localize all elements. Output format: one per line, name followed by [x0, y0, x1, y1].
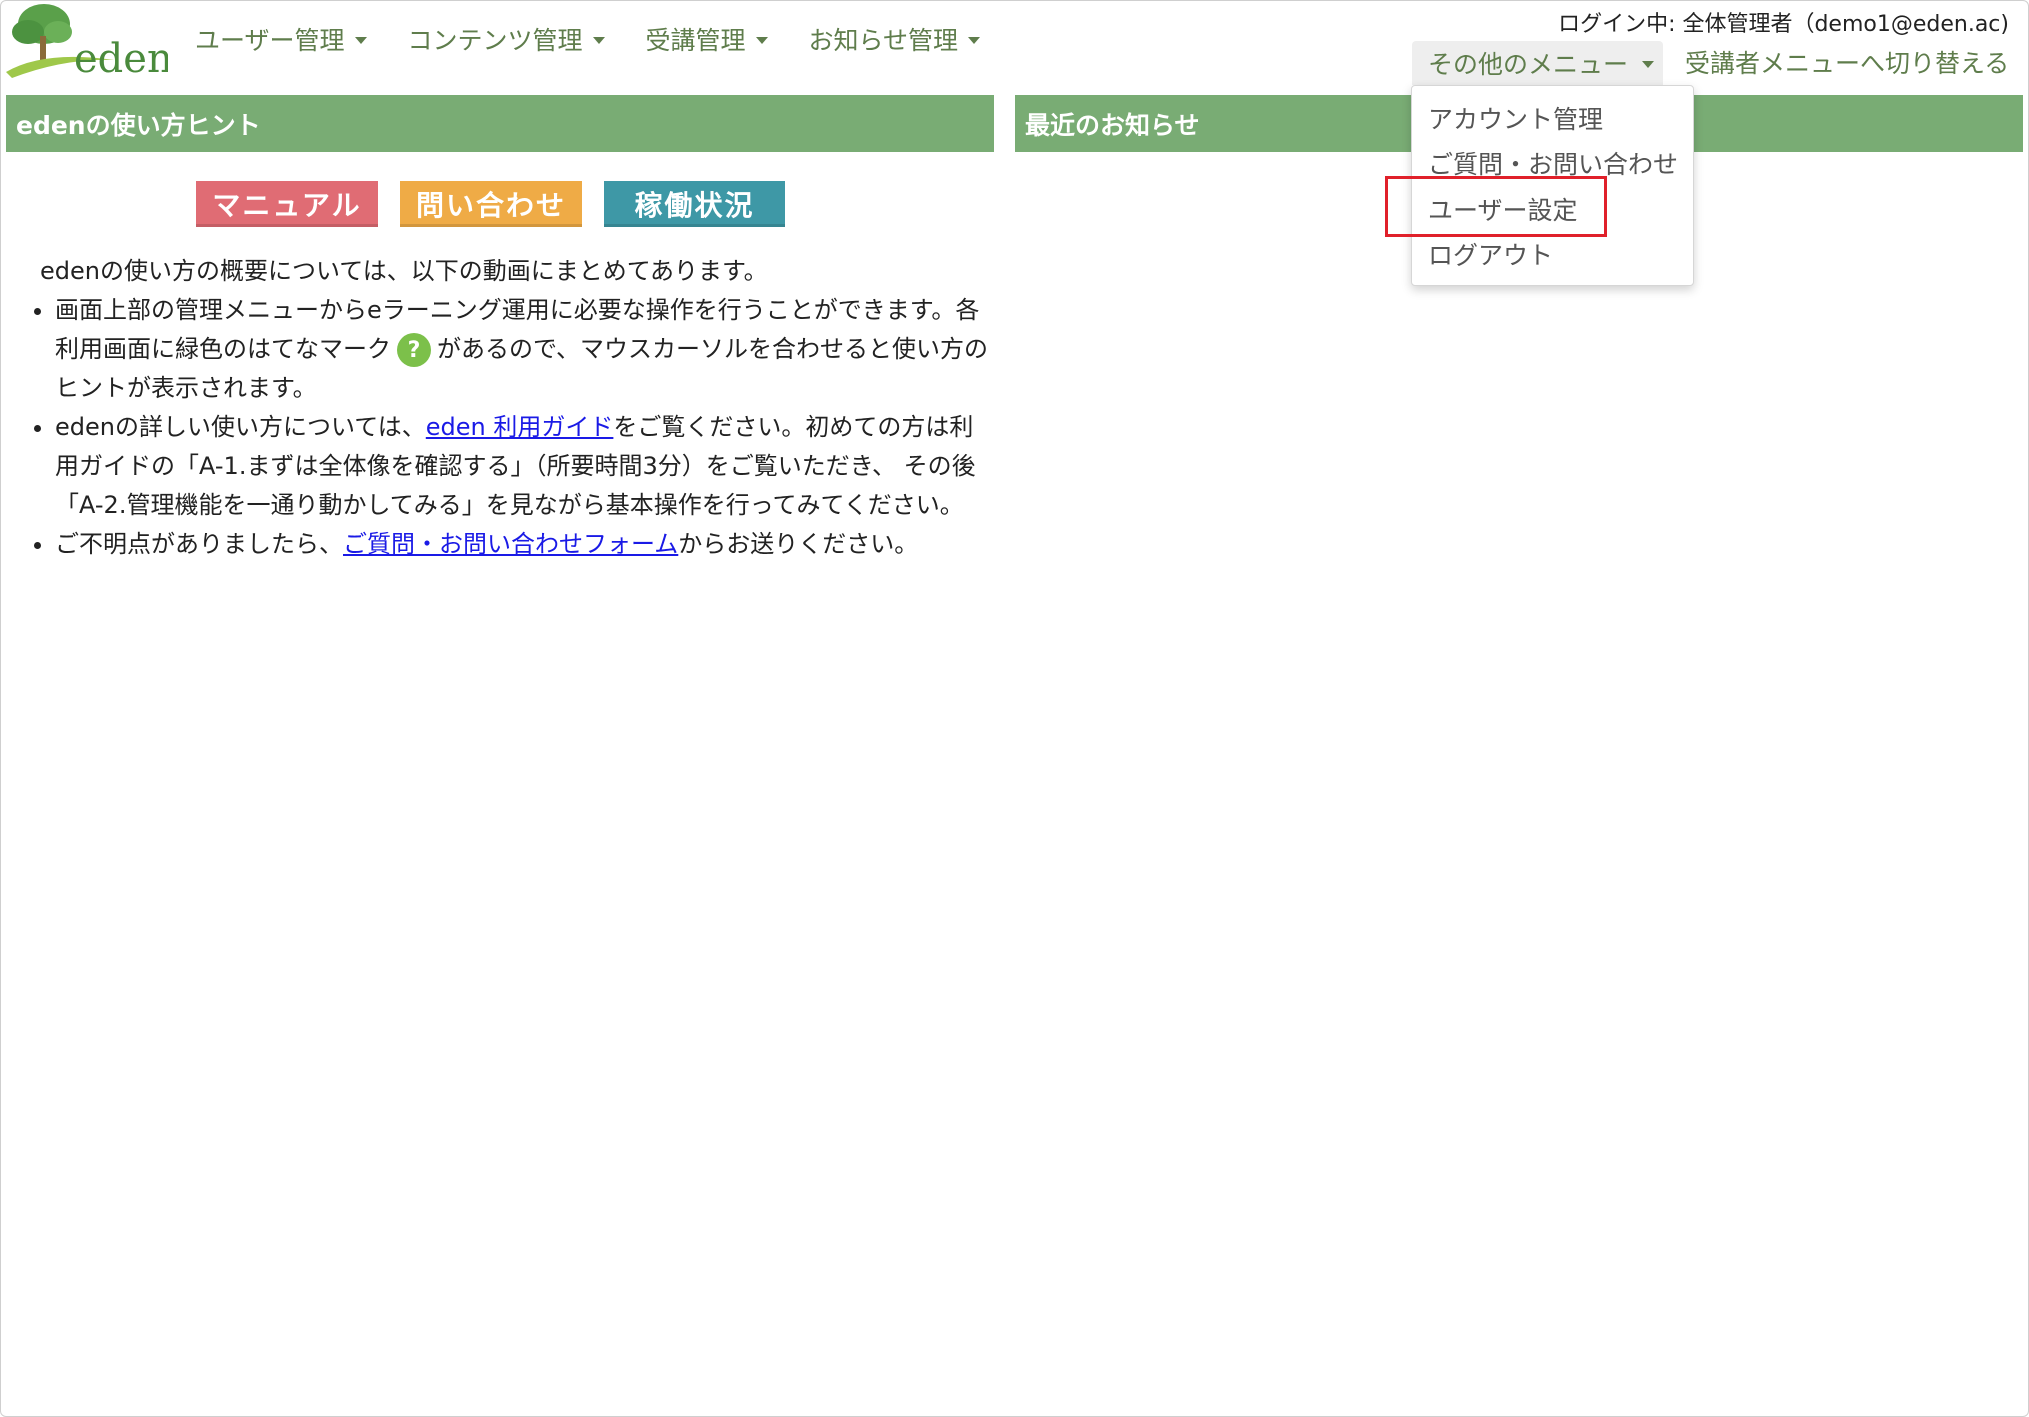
caret-down-icon	[968, 37, 981, 44]
nav-label: コンテンツ管理	[407, 26, 583, 55]
nav-label: ユーザー管理	[195, 26, 345, 55]
nav-label: 受講管理	[645, 26, 746, 55]
nav-label: お知らせ管理	[808, 26, 959, 55]
hint-text: ご不明点がありましたら、	[55, 530, 343, 558]
hint-text: からお送りください。	[678, 530, 919, 558]
nav-notice-management[interactable]: お知らせ管理	[809, 18, 981, 60]
contact-button[interactable]: 問い合わせ	[400, 181, 582, 227]
list-item: edenの詳しい使い方については、eden 利用ガイドをご覧ください。初めての方…	[55, 408, 990, 525]
caret-down-icon	[1642, 61, 1655, 68]
help-question-icon: ?	[397, 333, 431, 367]
hint-list: 画面上部の管理メニューからeラーニング運用に必要な操作を行うことができます。各利…	[40, 291, 990, 564]
svg-text:eden: eden	[74, 36, 168, 78]
caret-down-icon	[592, 37, 605, 44]
hints-panel-title: edenの使い方ヒント	[6, 95, 994, 152]
highlight-box	[1385, 176, 1607, 237]
login-info: ログイン中: 全体管理者（demo1@eden.ac)	[1558, 12, 2009, 37]
other-menu-label: その他のメニュー	[1428, 50, 1629, 79]
main-nav: ユーザー管理 コンテンツ管理 受講管理 お知らせ管理	[195, 18, 1021, 60]
nav-course-management[interactable]: 受講管理	[646, 18, 768, 60]
caret-down-icon	[354, 37, 367, 44]
caret-down-icon	[755, 37, 768, 44]
nav-content-management[interactable]: コンテンツ管理	[408, 18, 605, 60]
nav-user-management[interactable]: ユーザー管理	[195, 18, 367, 60]
list-item: ご不明点がありましたら、ご質問・お問い合わせフォームからお送りください。	[55, 525, 990, 564]
intro-text: edenの使い方の概要については、以下の動画にまとめてあります。	[40, 257, 768, 285]
menu-item-logout[interactable]: ログアウト	[1428, 236, 1553, 272]
quick-buttons: マニュアル 問い合わせ 稼働状況	[196, 181, 807, 227]
other-menu-toggle[interactable]: その他のメニュー	[1412, 41, 1663, 85]
guide-link[interactable]: eden 利用ガイド	[426, 413, 614, 441]
manual-button[interactable]: マニュアル	[196, 181, 378, 227]
menu-item-account[interactable]: アカウント管理	[1428, 100, 1603, 136]
list-item: 画面上部の管理メニューからeラーニング運用に必要な操作を行うことができます。各利…	[55, 291, 990, 408]
switch-to-learner-link[interactable]: 受講者メニューへ切り替える	[1685, 44, 2009, 80]
hint-text: edenの詳しい使い方については、	[55, 413, 426, 441]
contact-form-link[interactable]: ご質問・お問い合わせフォーム	[343, 530, 678, 558]
hints-content: edenの使い方の概要については、以下の動画にまとめてあります。 画面上部の管理…	[40, 252, 990, 564]
eden-logo[interactable]: eden	[4, 2, 168, 78]
status-button[interactable]: 稼働状況	[604, 181, 785, 227]
